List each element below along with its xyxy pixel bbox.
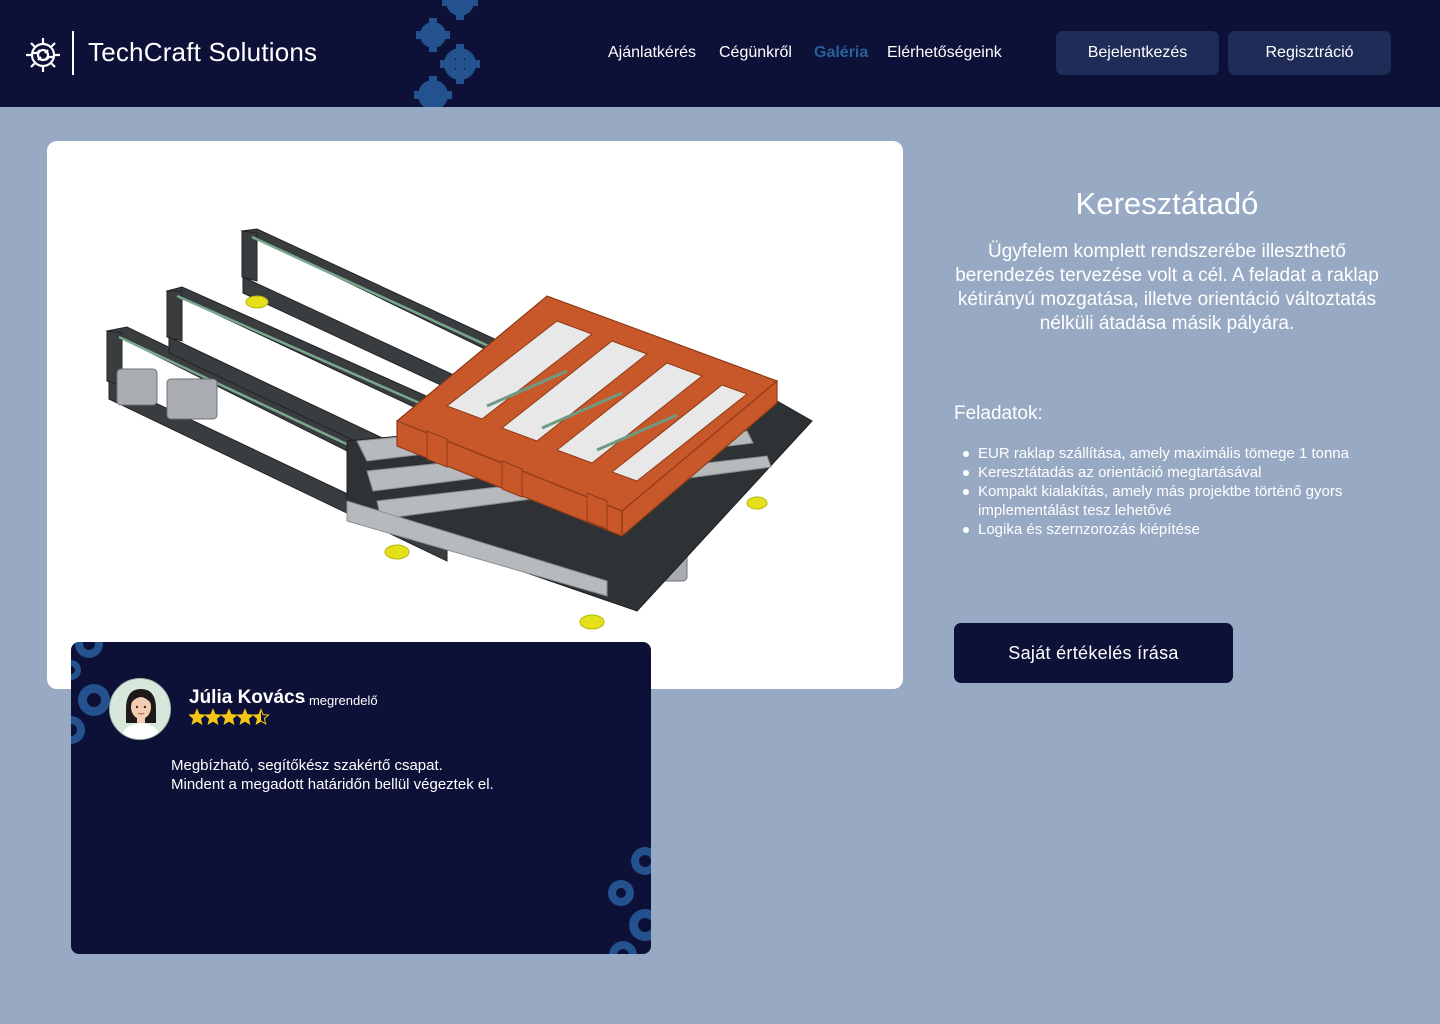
rating-stars xyxy=(189,708,270,726)
project-title: Keresztátadó xyxy=(1075,186,1259,221)
task-item: EUR raklap szállítása, amely maximális t… xyxy=(963,444,1388,463)
task-item: Kompakt kialakítás, amely más projektbe … xyxy=(963,482,1388,520)
star-icon xyxy=(236,708,254,726)
review-card: Júlia Kovács - megrendelő Megbízható, se… xyxy=(71,642,651,954)
write-review-button[interactable]: Saját értékelés írása xyxy=(954,623,1233,683)
decorative-gears-icon xyxy=(608,847,651,954)
star-icon xyxy=(189,708,206,726)
project-description: Ügyfelem komplett rendszerébe illeszthet… xyxy=(955,241,1379,334)
nav-elerhetosegeink[interactable]: Elérhetőségeink xyxy=(887,44,1002,62)
gear-circuit-icon[interactable] xyxy=(24,36,62,74)
brand-name[interactable]: TechCraft Solutions xyxy=(88,37,317,68)
review-text: Megbízható, segítőkész szakértő csapat. … xyxy=(171,756,494,794)
nav-ajanlatkeres[interactable]: Ajánlatkérés xyxy=(608,44,696,62)
decorative-gears-icon xyxy=(414,0,480,107)
logo-divider xyxy=(72,31,74,75)
task-item: Keresztátadás az orientáció megtartásáva… xyxy=(963,463,1388,482)
user-avatar-icon xyxy=(110,679,170,739)
star-icon xyxy=(204,708,222,726)
task-item: Logika és szernzorozás kiépítése xyxy=(963,520,1388,539)
nav-cegunkrol[interactable]: Cégünkről xyxy=(719,44,792,62)
login-button[interactable]: Bejelentkezés xyxy=(1056,31,1219,75)
tasks-list: EUR raklap szállítása, amely maximális t… xyxy=(963,444,1388,539)
review-text-line: Megbízható, segítőkész szakértő csapat. xyxy=(171,757,443,774)
register-button[interactable]: Regisztráció xyxy=(1228,31,1391,75)
tasks-heading: Feladatok: xyxy=(954,403,1043,424)
review-text-line: Mindent a megadott határidőn bellül vége… xyxy=(171,776,494,793)
star-icon xyxy=(220,708,238,726)
pallet-cross-transfer-conveyor-image[interactable] xyxy=(47,141,903,689)
project-image-card xyxy=(47,141,903,689)
site-header: TechCraft Solutions Ajánlatkérés Cégünkr… xyxy=(0,0,1440,107)
avatar xyxy=(109,678,171,740)
reviewer-role: - megrendelő xyxy=(301,693,378,708)
nav-galeria[interactable]: Galéria xyxy=(814,44,868,62)
reviewer-name: Júlia Kovács xyxy=(189,687,306,708)
star-icon xyxy=(252,708,270,726)
